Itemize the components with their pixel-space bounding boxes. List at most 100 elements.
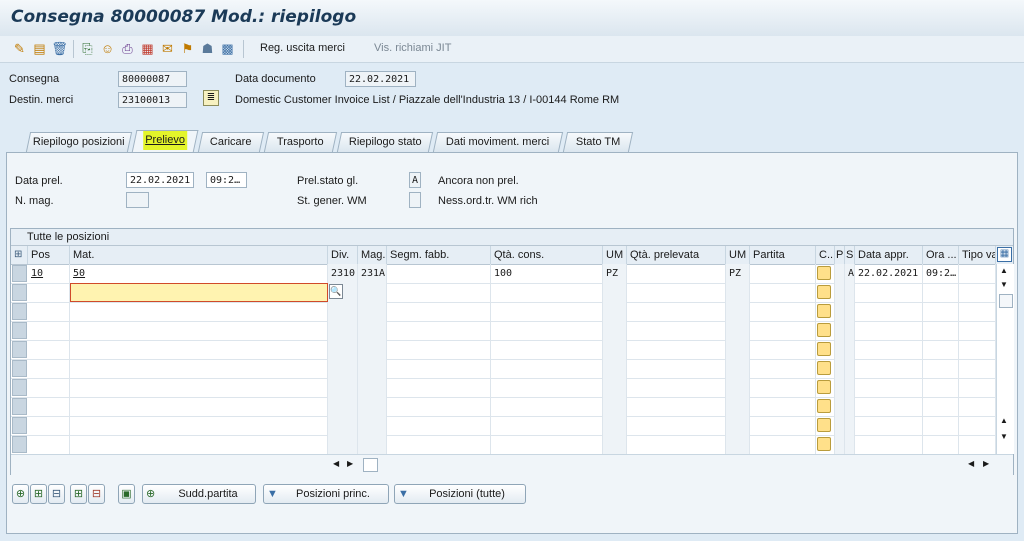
select-block-icon[interactable]: ⊞ xyxy=(30,484,47,504)
cell-c[interactable] xyxy=(816,378,835,397)
col-s[interactable]: S xyxy=(845,246,855,264)
cell-qta-cons[interactable]: 100 xyxy=(491,264,603,283)
col-partita[interactable]: Partita xyxy=(750,246,816,264)
cell-qta-prelevata[interactable] xyxy=(627,378,726,397)
table-row[interactable] xyxy=(11,321,996,341)
cell-data-appr[interactable] xyxy=(855,378,923,397)
cell-tipo-va[interactable] xyxy=(959,321,996,340)
cell-pos[interactable] xyxy=(28,416,70,435)
cell-partita[interactable] xyxy=(750,340,816,359)
cell-data-appr[interactable] xyxy=(855,397,923,416)
tab-riepilogo-posizioni[interactable]: Riepilogo posizioni xyxy=(25,132,133,152)
copy-icon[interactable]: ⎘ xyxy=(80,41,95,56)
col-ora[interactable]: Ora ... xyxy=(923,246,959,264)
cell-ora[interactable] xyxy=(923,359,959,378)
cell-pos[interactable] xyxy=(28,321,70,340)
col-div[interactable]: Div. xyxy=(328,246,358,264)
cell-mat[interactable]: 50 xyxy=(70,264,328,283)
cell-data-appr[interactable] xyxy=(855,283,923,302)
st-gener-wm-field[interactable] xyxy=(409,192,421,208)
tab-trasporto[interactable]: Trasporto xyxy=(263,132,338,152)
cell-tipo-va[interactable] xyxy=(959,302,996,321)
row-selector[interactable] xyxy=(12,398,27,415)
create-icon[interactable]: ▤ xyxy=(32,41,47,56)
cell-um-2[interactable] xyxy=(726,397,750,416)
cell-segm-fabb[interactable] xyxy=(387,283,491,302)
cell-c[interactable] xyxy=(816,264,835,283)
cell-mag[interactable] xyxy=(358,321,387,340)
cell-qta-cons[interactable] xyxy=(491,321,603,340)
cell-um[interactable] xyxy=(603,416,627,435)
row-selector[interactable] xyxy=(12,265,27,282)
scroll-down-icon-bottom[interactable]: ▼ xyxy=(1000,432,1008,441)
cell-c[interactable] xyxy=(816,321,835,340)
change-display-icon[interactable]: ✎ xyxy=(12,41,27,56)
cell-mat[interactable] xyxy=(70,416,328,435)
cell-s[interactable] xyxy=(845,397,855,416)
row-selector[interactable] xyxy=(12,284,27,301)
table-icon[interactable]: ▩ xyxy=(220,41,235,56)
cell-pos[interactable] xyxy=(28,302,70,321)
cell-p[interactable] xyxy=(835,321,845,340)
item-checkbox[interactable] xyxy=(817,323,831,337)
cell-um-2[interactable] xyxy=(726,359,750,378)
cell-mag[interactable]: 231A xyxy=(358,264,387,283)
tab-prelievo[interactable]: Prelievo xyxy=(131,130,199,153)
col-qta-prelevata[interactable]: Qtà. prelevata xyxy=(627,246,726,264)
item-checkbox[interactable] xyxy=(817,342,831,356)
print-icon[interactable]: ⎙ xyxy=(120,41,135,56)
cell-pos[interactable] xyxy=(28,283,70,302)
cell-div[interactable] xyxy=(328,416,358,435)
table-row[interactable] xyxy=(11,302,996,322)
insert-row-icon[interactable]: ⊞ xyxy=(70,484,87,504)
horizontal-scrollbar[interactable]: ◀ ▶ ◀ ▶ xyxy=(11,454,1013,475)
cell-s[interactable] xyxy=(845,340,855,359)
cell-p[interactable] xyxy=(835,264,845,283)
cell-c[interactable] xyxy=(816,435,835,454)
search-help-icon[interactable]: 🔍 xyxy=(329,284,343,299)
delete-icon[interactable]: 🗑 xyxy=(51,41,68,56)
cell-segm-fabb[interactable] xyxy=(387,378,491,397)
cell-segm-fabb[interactable] xyxy=(387,264,491,283)
n-mag-field[interactable] xyxy=(126,192,149,208)
cell-um-2[interactable] xyxy=(726,416,750,435)
table-row[interactable] xyxy=(11,359,996,379)
table-row[interactable]: 10 50 2310 231A 100 PZ PZ A 22.02.2021 09:2… xyxy=(11,264,996,284)
cell-um[interactable] xyxy=(603,340,627,359)
cell-segm-fabb[interactable] xyxy=(387,397,491,416)
cell-ora[interactable] xyxy=(923,397,959,416)
table-row[interactable]: 🔍 xyxy=(11,283,996,303)
col-tipo-va[interactable]: Tipo va xyxy=(959,246,996,264)
cell-ora[interactable] xyxy=(923,435,959,454)
cell-partita[interactable] xyxy=(750,302,816,321)
cell-c[interactable] xyxy=(816,416,835,435)
cell-partita[interactable] xyxy=(750,283,816,302)
cell-s[interactable] xyxy=(845,321,855,340)
cell-mag[interactable] xyxy=(358,397,387,416)
cell-ora[interactable] xyxy=(923,302,959,321)
cell-mat[interactable] xyxy=(70,359,328,378)
cell-c[interactable] xyxy=(816,302,835,321)
cell-segm-fabb[interactable] xyxy=(387,359,491,378)
data-documento-field[interactable]: 22.02.2021 xyxy=(345,71,416,87)
flow-icon[interactable]: ⚑ xyxy=(180,41,195,56)
cell-tipo-va[interactable] xyxy=(959,359,996,378)
cell-qta-prelevata[interactable] xyxy=(627,264,726,283)
cell-qta-cons[interactable] xyxy=(491,302,603,321)
status-icon[interactable]: ☗ xyxy=(200,41,215,56)
cell-qta-prelevata[interactable] xyxy=(627,359,726,378)
cell-um[interactable] xyxy=(603,397,627,416)
cell-um[interactable] xyxy=(603,283,627,302)
cell-segm-fabb[interactable] xyxy=(387,321,491,340)
cell-tipo-va[interactable] xyxy=(959,416,996,435)
cell-tipo-va[interactable] xyxy=(959,435,996,454)
col-um-2[interactable]: UM xyxy=(726,246,750,264)
col-segm-fabb[interactable]: Segm. fabb. xyxy=(387,246,491,264)
scroll-down-icon[interactable]: ▼ xyxy=(1000,280,1008,289)
cell-qta-cons[interactable] xyxy=(491,340,603,359)
cell-segm-fabb[interactable] xyxy=(387,435,491,454)
cell-qta-prelevata[interactable] xyxy=(627,321,726,340)
cell-qta-prelevata[interactable] xyxy=(627,302,726,321)
cell-c[interactable] xyxy=(816,283,835,302)
cell-s[interactable] xyxy=(845,416,855,435)
